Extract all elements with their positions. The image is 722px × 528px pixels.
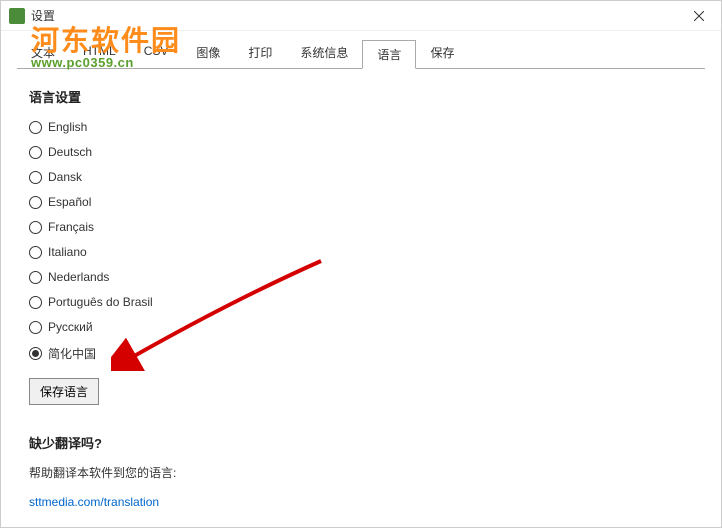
language-option-label: Português do Brasil <box>48 295 153 309</box>
close-button[interactable] <box>676 1 721 31</box>
language-option[interactable]: Русский <box>29 320 693 334</box>
language-option-label: 简化中国 <box>48 345 96 362</box>
radio-icon <box>29 246 42 259</box>
language-option[interactable]: Deutsch <box>29 145 693 159</box>
language-option-label: Русский <box>48 320 93 334</box>
language-option-label: Français <box>48 220 94 234</box>
radio-icon <box>29 171 42 184</box>
tab-文本[interactable]: 文本 <box>17 39 69 68</box>
language-option[interactable]: Français <box>29 220 693 234</box>
radio-icon <box>29 296 42 309</box>
language-option[interactable]: Español <box>29 195 693 209</box>
missing-translation-section: 缺少翻译吗? 帮助翻译本软件到您的语言: sttmedia.com/transl… <box>29 433 693 509</box>
language-option[interactable]: 简化中国 <box>29 345 693 362</box>
language-section-title: 语言设置 <box>29 87 693 106</box>
radio-icon <box>29 271 42 284</box>
language-option[interactable]: Nederlands <box>29 270 693 284</box>
language-option-label: Italiano <box>48 245 87 259</box>
missing-text: 帮助翻译本软件到您的语言: <box>29 464 693 481</box>
radio-icon <box>29 196 42 209</box>
titlebar: 设置 <box>1 1 721 31</box>
language-option[interactable]: Português do Brasil <box>29 295 693 309</box>
radio-icon <box>29 146 42 159</box>
language-radio-list: English Deutsch Dansk Español Français Italia… <box>29 120 693 362</box>
tab-保存[interactable]: 保存 <box>416 39 468 68</box>
tab-csv[interactable]: CSV <box>130 39 183 68</box>
language-option-label: Español <box>48 195 91 209</box>
language-option[interactable]: Italiano <box>29 245 693 259</box>
tab-语言[interactable]: 语言 <box>362 40 416 69</box>
settings-window: 设置 河东软件园 www.pc0359.cn 文本HTMLCSV图像打印系统信息… <box>0 0 722 528</box>
tab-bar: 文本HTMLCSV图像打印系统信息语言保存 <box>17 39 721 68</box>
radio-icon <box>29 321 42 334</box>
language-option[interactable]: English <box>29 120 693 134</box>
tab-打印[interactable]: 打印 <box>234 39 286 68</box>
radio-icon <box>29 121 42 134</box>
window-title: 设置 <box>31 7 55 24</box>
language-option-label: Dansk <box>48 170 82 184</box>
language-option-label: Deutsch <box>48 145 92 159</box>
app-icon <box>9 8 25 24</box>
radio-icon <box>29 347 42 360</box>
save-language-button[interactable]: 保存语言 <box>29 378 99 405</box>
language-option[interactable]: Dansk <box>29 170 693 184</box>
tab-图像[interactable]: 图像 <box>182 39 234 68</box>
radio-icon <box>29 221 42 234</box>
language-option-label: English <box>48 120 87 134</box>
tab-系统信息[interactable]: 系统信息 <box>286 39 362 68</box>
close-icon <box>694 11 704 21</box>
missing-title: 缺少翻译吗? <box>29 433 693 452</box>
tab-html[interactable]: HTML <box>69 39 130 68</box>
language-option-label: Nederlands <box>48 270 109 284</box>
tab-content: 语言设置 English Deutsch Dansk Español Français I… <box>1 69 721 527</box>
translation-link[interactable]: sttmedia.com/translation <box>29 495 159 509</box>
